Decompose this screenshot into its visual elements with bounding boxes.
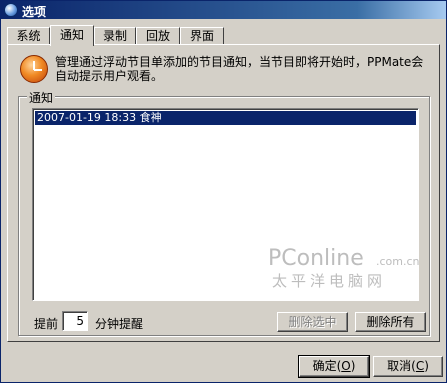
tab-notice[interactable]: 通知 [50, 25, 94, 46]
watermark-cn: 太平洋电脑网 [272, 272, 387, 290]
remove-all-button[interactable]: 删除所有 [355, 312, 426, 332]
cancel-button[interactable]: 取消(C) [373, 356, 443, 377]
watermark-sub: .com.cn [376, 255, 420, 268]
tab-record[interactable]: 录制 [94, 27, 136, 44]
window-title: 选项 [22, 5, 47, 19]
ok-accelerator: O [341, 359, 351, 373]
notice-description: 管理通过浮动节目单添加的节目通知，当节目即将开始时，PPMate会自动提示用户观… [55, 55, 424, 83]
advance-unit-label: 分钟提醒 [95, 317, 144, 331]
advance-label: 提前 [34, 317, 59, 331]
list-item[interactable]: 2007-01-19 18:33 食神 [35, 111, 416, 125]
tab-system[interactable]: 系统 [7, 27, 50, 44]
remove-selected-button[interactable]: 删除选中 [277, 312, 348, 332]
alarm-clock-icon [20, 55, 48, 83]
ok-label: 确定 [312, 359, 337, 373]
tab-interface[interactable]: 界面 [180, 27, 224, 44]
cancel-accelerator: C [415, 359, 425, 373]
advance-minutes-input[interactable]: 5 [62, 311, 88, 331]
cancel-label: 取消 [387, 359, 412, 373]
app-globe-icon [4, 3, 18, 17]
watermark-main: PConline [268, 246, 364, 271]
title-bar: 选项 [1, 1, 446, 19]
ok-button[interactable]: 确定(O) [298, 355, 370, 378]
tab-playback[interactable]: 回放 [136, 27, 180, 44]
notice-group-label: 通知 [27, 89, 56, 106]
options-dialog: 选项 系统 通知 录制 回放 界面 管理通过浮动节目单添加的节目通知，当节目即将… [0, 0, 447, 383]
